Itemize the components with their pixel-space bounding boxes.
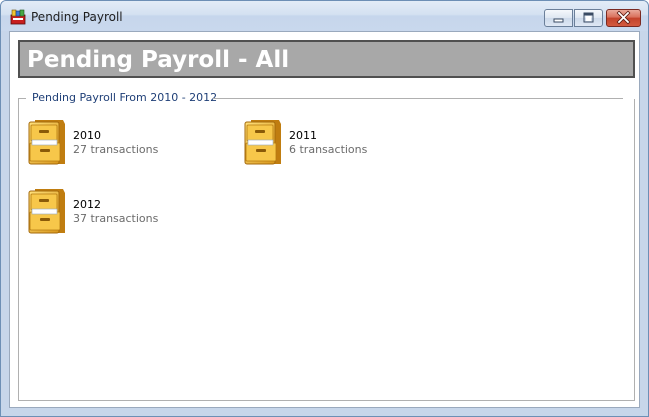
folder-item-2012[interactable]: 2012 37 transactions [27,187,227,237]
minimize-button[interactable] [544,9,573,27]
file-cabinet-icon [28,189,65,234]
close-icon [616,10,631,25]
app-window: Pending Payroll Pending Payroll - All Pe [0,0,649,417]
folder-year: 2012 [73,198,101,211]
folder-item-2010[interactable]: 2010 27 transactions [27,118,227,168]
maximize-button[interactable] [574,9,603,27]
pending-payroll-group: 2010 27 transactions 2011 6 transactions [18,99,635,401]
folder-year: 2011 [289,129,317,142]
title-bar[interactable]: Pending Payroll [1,1,648,31]
file-cabinet-icon [244,120,281,165]
payroll-app-icon [10,9,26,25]
content-area: Pending Payroll - All Pending Payroll Fr… [9,31,640,408]
close-button[interactable] [606,9,641,27]
window-title: Pending Payroll [31,10,123,24]
folder-count: 6 transactions [289,143,368,156]
maximize-icon [583,12,594,23]
folder-item-2011[interactable]: 2011 6 transactions [243,118,443,168]
folder-count: 27 transactions [73,143,159,156]
page-header: Pending Payroll - All [18,40,635,78]
page-title: Pending Payroll - All [27,47,290,73]
folder-year: 2010 [73,129,101,142]
folder-count: 37 transactions [73,212,159,225]
file-cabinet-icon [28,120,65,165]
minimize-icon [553,18,564,23]
